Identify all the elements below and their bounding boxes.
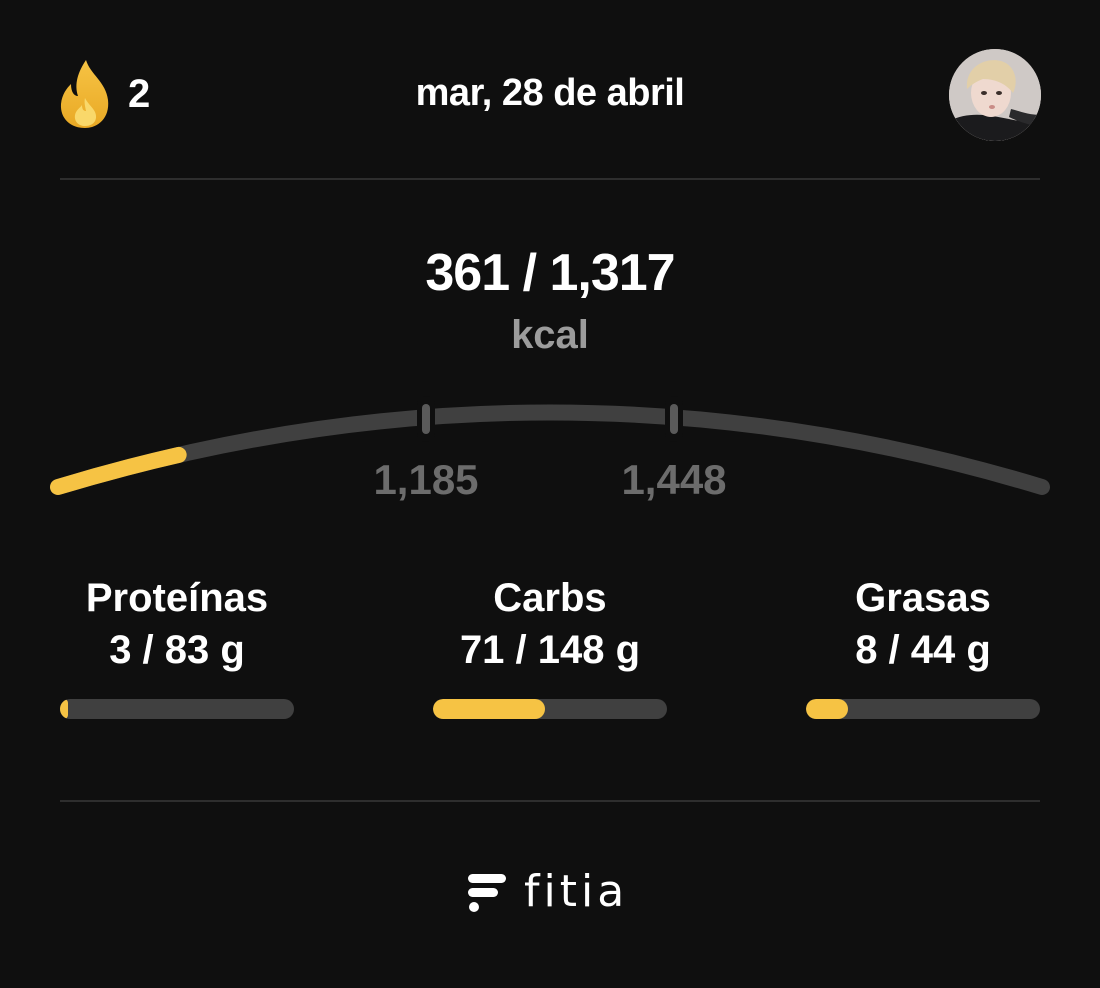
calorie-gauge <box>50 396 1050 495</box>
macro-carbs-name: Carbs <box>493 576 607 620</box>
macro-fats-fill <box>806 699 849 719</box>
macro-fats-bar <box>806 699 1040 719</box>
macro-fats[interactable]: Grasas 8 / 44 g <box>783 572 1063 676</box>
macro-carbs-bar <box>433 699 667 719</box>
brand-name: fitia <box>524 866 629 917</box>
bottom-divider <box>60 800 1040 802</box>
gauge-range-low: 1,185 <box>373 456 479 503</box>
fitia-logo-icon <box>468 873 506 912</box>
macro-fats-name: Grasas <box>855 576 991 620</box>
gauge-range-high: 1,448 <box>621 456 727 503</box>
macro-carbs[interactable]: Carbs 71 / 148 g <box>410 572 690 676</box>
macro-fats-value: 8 / 44 g <box>855 628 991 672</box>
macro-proteins-bar <box>60 699 294 719</box>
macro-proteins-value: 3 / 83 g <box>109 628 245 672</box>
macro-proteins-name: Proteínas <box>85 576 269 620</box>
gauge-track <box>50 404 1050 495</box>
macro-carbs-fill <box>433 699 546 719</box>
brand: fitia <box>466 866 628 917</box>
macro-proteins[interactable]: Proteínas 3 / 83 g <box>37 572 317 676</box>
macro-carbs-value: 71 / 148 g <box>459 628 641 672</box>
